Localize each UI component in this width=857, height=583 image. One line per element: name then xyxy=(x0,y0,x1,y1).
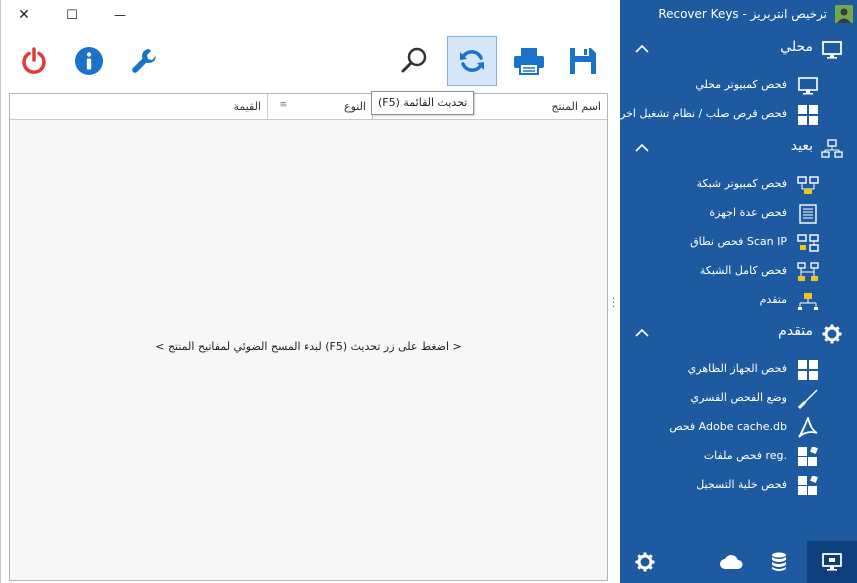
power-button[interactable] xyxy=(9,36,59,86)
sidebar-item-scan-ip-range[interactable]: Scan IP فحص نطاق xyxy=(620,229,857,255)
adobe-icon xyxy=(797,417,819,439)
monitor-icon xyxy=(822,553,842,571)
minimize-icon: — xyxy=(114,8,126,22)
maximize-icon: ☐ xyxy=(66,7,78,23)
section-label: بعيد xyxy=(790,138,813,154)
chevron-up-icon[interactable] xyxy=(634,41,650,57)
refresh-icon xyxy=(460,50,484,72)
screwdriver-icon xyxy=(797,388,819,410)
power-icon xyxy=(22,47,46,74)
sidebar-item-label: فحص كامل الشبكة xyxy=(699,264,787,277)
wrench-icon xyxy=(132,49,156,73)
info-button[interactable] xyxy=(64,36,114,86)
sidebar-item-scan-local[interactable]: فحص كمبيوتر محلي xyxy=(620,72,857,98)
main-panel: ✕ ☐ — اسم المنتج النوع ≡ القيمة < اضغط ع… xyxy=(0,0,620,583)
save-icon xyxy=(570,48,596,74)
printer-icon xyxy=(514,48,544,75)
bottom-database-button[interactable] xyxy=(754,541,804,583)
window-title: Recover Keys - ترخيص انتربريز xyxy=(658,7,827,21)
sidebar-item-scan-full-network[interactable]: فحص كامل الشبكة xyxy=(620,258,857,284)
settings-button[interactable] xyxy=(119,36,169,86)
sidebar-item-label: فحص كمبيوتر محلي xyxy=(695,78,787,91)
bottom-cloud-button[interactable] xyxy=(706,541,756,583)
sidebar-item-label: متقدم xyxy=(759,293,787,306)
sidebar-item-scan-network-pc[interactable]: فحص كمبيوتر شبكة xyxy=(620,171,857,197)
sidebar-item-label: فحص عدة اجهزة xyxy=(709,206,787,219)
bottom-settings-button[interactable] xyxy=(620,541,670,583)
database-icon xyxy=(772,552,786,571)
panel-splitter[interactable]: · · · xyxy=(612,295,616,313)
monitor-icon xyxy=(797,75,819,97)
monitor-icon xyxy=(821,40,843,60)
network-range-icon xyxy=(797,232,819,254)
sidebar-item-force-scan[interactable]: وضع الفحص القسري xyxy=(620,385,857,411)
network-advanced-icon xyxy=(797,290,819,312)
close-icon: ✕ xyxy=(18,7,30,23)
info-icon xyxy=(75,47,103,75)
network-icon xyxy=(821,139,843,159)
search-button[interactable] xyxy=(389,36,439,86)
bottom-local-button[interactable] xyxy=(807,541,857,583)
section-label: محلي xyxy=(780,39,813,55)
chevron-up-icon[interactable] xyxy=(634,325,650,341)
section-remote[interactable]: بعيد xyxy=(620,136,857,162)
save-button[interactable] xyxy=(558,36,608,86)
windows-icon xyxy=(797,104,819,126)
list-icon xyxy=(797,203,819,225)
cloud-icon xyxy=(720,555,743,569)
minimize-button[interactable]: — xyxy=(97,0,143,30)
column-value[interactable]: القيمة xyxy=(9,94,267,119)
windows-icon xyxy=(797,359,819,381)
registry-icon xyxy=(797,475,819,497)
gear-icon xyxy=(635,552,655,572)
refresh-button[interactable] xyxy=(447,36,497,86)
close-button[interactable]: ✕ xyxy=(1,0,47,30)
sidebar-item-label: فحص كمبيوتر شبكة xyxy=(696,177,787,190)
sidebar-item-scan-multiple[interactable]: فحص عدة اجهزة xyxy=(620,200,857,226)
gear-icon xyxy=(821,324,843,344)
section-advanced[interactable]: متقدم xyxy=(620,321,857,347)
section-local[interactable]: محلي xyxy=(620,37,857,63)
sidebar-item-label: Adobe cache.db فحص xyxy=(669,420,787,433)
sidebar: Recover Keys - ترخيص انتربريز محلي فحص ك… xyxy=(620,0,857,583)
registry-icon xyxy=(797,446,819,468)
section-label: متقدم xyxy=(778,323,813,339)
sidebar-item-label: وضع الفحص القسري xyxy=(690,391,787,404)
network-computers-icon xyxy=(797,174,819,196)
sidebar-item-label: فحص خلية التسجيل xyxy=(696,478,787,491)
empty-table-message: < اضغط على زر تحديث (F5) لبدء المسح الضو… xyxy=(155,340,462,353)
sidebar-item-scan-drive[interactable]: فحص قرص صلب / نظام تشغيل اخر xyxy=(620,101,857,127)
print-button[interactable] xyxy=(504,36,554,86)
chevron-up-icon[interactable] xyxy=(634,140,650,156)
search-icon xyxy=(401,47,427,73)
sidebar-item-reg-files[interactable]: .reg فحص ملفات xyxy=(620,443,857,469)
network-full-icon xyxy=(797,261,819,283)
sidebar-item-registry-hive[interactable]: فحص خلية التسجيل xyxy=(620,472,857,498)
sidebar-item-scan-vm[interactable]: فحص الجهاز الظاهري xyxy=(620,356,857,382)
sidebar-item-adobe-cache[interactable]: Adobe cache.db فحص xyxy=(620,414,857,440)
column-separator[interactable] xyxy=(267,94,268,119)
sidebar-item-label: Scan IP فحص نطاق xyxy=(690,235,787,248)
sort-icon: ≡ xyxy=(279,100,287,110)
sidebar-bottom-bar xyxy=(620,541,857,583)
sidebar-item-label: فحص قرص صلب / نظام تشغيل اخر xyxy=(620,107,787,120)
sidebar-item-label: فحص الجهاز الظاهري xyxy=(687,362,787,375)
app-avatar-icon xyxy=(835,5,853,23)
sidebar-item-label: .reg فحص ملفات xyxy=(703,449,787,462)
product-keys-table[interactable]: اسم المنتج النوع ≡ القيمة < اضغط على زر … xyxy=(9,93,608,581)
table-header: اسم المنتج النوع ≡ القيمة xyxy=(10,94,607,120)
sidebar-item-remote-advanced[interactable]: متقدم xyxy=(620,287,857,313)
refresh-tooltip: تحديث القائمة (F5) xyxy=(371,91,475,115)
maximize-button[interactable]: ☐ xyxy=(49,0,95,30)
